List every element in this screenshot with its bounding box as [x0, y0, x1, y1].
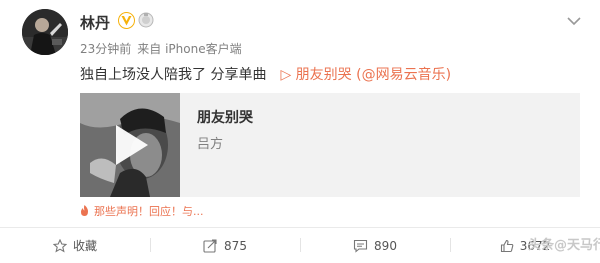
chevron-down-icon[interactable]	[566, 16, 582, 26]
album-cover[interactable]	[80, 93, 180, 197]
post-text: 独自上场没人陪我了 分享单曲 ▷ 朋友别哭 (@网易云音乐)	[80, 64, 451, 84]
source-link[interactable]: (@网易云音乐)	[356, 67, 451, 83]
watermark: 头条@天马行空	[528, 238, 600, 253]
v-verified-badge-icon	[118, 12, 135, 29]
music-card[interactable]: 朋友别哭 吕方	[80, 93, 580, 197]
medal-icon[interactable]	[138, 12, 154, 28]
thumbs-up-icon	[500, 239, 514, 252]
flame-icon	[81, 205, 88, 216]
hot-comment[interactable]: 那些声明！回应！与...	[80, 203, 204, 219]
comment-button[interactable]: 890	[300, 228, 450, 263]
song-link[interactable]: ▷ 朋友别哭	[280, 67, 351, 83]
repost-count: 875	[224, 238, 247, 253]
hot-comment-text[interactable]: 那些声明！回应！与...	[94, 205, 204, 218]
favorite-label: 收藏	[72, 239, 97, 253]
play-icon[interactable]	[80, 93, 180, 197]
post-source: 来自 iPhone客户端	[137, 42, 242, 56]
favorite-button[interactable]: 收藏	[0, 228, 150, 263]
avatar[interactable]	[22, 9, 68, 55]
comment-icon	[353, 239, 368, 253]
post-meta: 23分钟前 来自 iPhone客户端	[80, 40, 242, 57]
post-body: 独自上场没人陪我了 分享单曲	[80, 67, 267, 83]
repost-button[interactable]: 875	[150, 228, 300, 263]
repost-icon	[203, 238, 217, 253]
star-icon	[52, 238, 67, 253]
post-time[interactable]: 23分钟前	[80, 42, 131, 56]
comment-count: 890	[374, 238, 397, 253]
song-artist: 吕方	[197, 137, 224, 152]
song-title[interactable]: 朋友别哭	[197, 107, 253, 127]
username[interactable]: 林丹	[80, 12, 110, 33]
